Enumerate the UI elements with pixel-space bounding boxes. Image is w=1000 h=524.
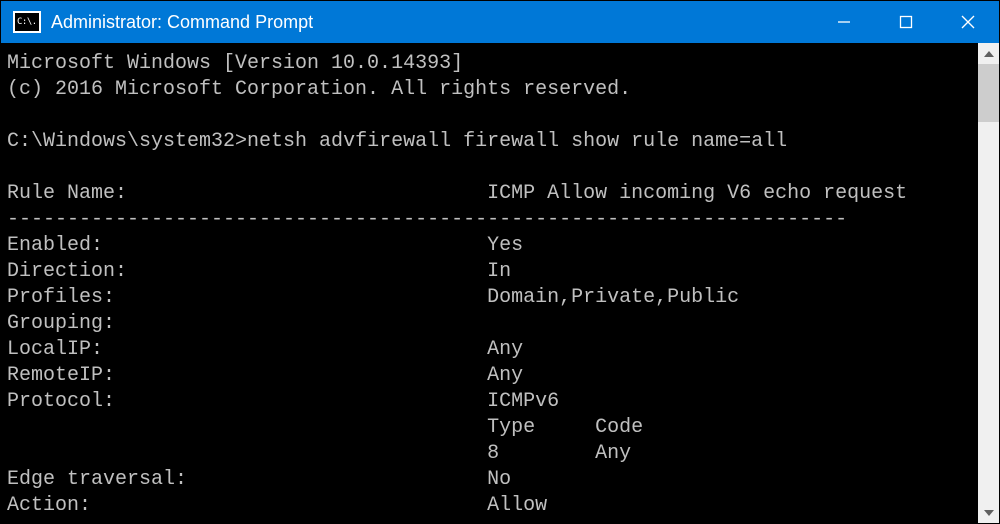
rule-value: ICMP Allow incoming V6 echo request bbox=[487, 182, 907, 205]
rule-label: Grouping: bbox=[7, 311, 487, 337]
rule-value: Any bbox=[487, 364, 523, 387]
rule-subrow: 8Any bbox=[7, 441, 974, 467]
blank-line bbox=[7, 103, 974, 129]
cmd-icon: C:\. bbox=[13, 11, 41, 33]
rule-value: Domain,Private,Public bbox=[487, 286, 739, 309]
scroll-up-button[interactable] bbox=[978, 43, 999, 64]
rule-label: Profiles: bbox=[7, 285, 487, 311]
code-value: Any bbox=[595, 442, 631, 465]
code-header: Code bbox=[595, 416, 643, 439]
scrollbar[interactable] bbox=[978, 43, 999, 523]
header-line: Microsoft Windows [Version 10.0.14393] bbox=[7, 51, 974, 77]
rule-value: Any bbox=[487, 338, 523, 361]
rule-row: Rule Name:ICMP Allow incoming V6 echo re… bbox=[7, 181, 974, 207]
maximize-button[interactable] bbox=[875, 1, 937, 43]
type-header: Type bbox=[487, 415, 595, 441]
rule-value: In bbox=[487, 260, 511, 283]
rule-value: Allow bbox=[487, 494, 547, 517]
header-line: (c) 2016 Microsoft Corporation. All righ… bbox=[7, 77, 974, 103]
rule-label: Direction: bbox=[7, 259, 487, 285]
rule-value: ICMPv6 bbox=[487, 390, 559, 413]
terminal-area: Microsoft Windows [Version 10.0.14393](c… bbox=[1, 43, 999, 523]
rule-label: LocalIP: bbox=[7, 337, 487, 363]
rule-row: Action:Allow bbox=[7, 493, 974, 519]
terminal-output[interactable]: Microsoft Windows [Version 10.0.14393](c… bbox=[1, 43, 978, 523]
rule-label: Action: bbox=[7, 493, 487, 519]
cmd-icon-label: C:\. bbox=[15, 13, 39, 31]
rule-label: Protocol: bbox=[7, 389, 487, 415]
rule-label: Edge traversal: bbox=[7, 467, 487, 493]
scroll-thumb[interactable] bbox=[978, 64, 999, 122]
type-value: 8 bbox=[487, 441, 595, 467]
rule-label: Rule Name: bbox=[7, 181, 487, 207]
rule-subrow: TypeCode bbox=[7, 415, 974, 441]
scroll-down-button[interactable] bbox=[978, 502, 999, 523]
rule-row: Enabled:Yes bbox=[7, 233, 974, 259]
titlebar: C:\. Administrator: Command Prompt bbox=[1, 1, 999, 43]
blank-line bbox=[7, 155, 974, 181]
rule-value: Yes bbox=[487, 234, 523, 257]
window-title: Administrator: Command Prompt bbox=[51, 12, 813, 33]
rule-row: Protocol:ICMPv6 bbox=[7, 389, 974, 415]
rule-row: LocalIP:Any bbox=[7, 337, 974, 363]
rule-row: Direction:In bbox=[7, 259, 974, 285]
prompt-line: C:\Windows\system32>netsh advfirewall fi… bbox=[7, 129, 974, 155]
rule-label: RemoteIP: bbox=[7, 363, 487, 389]
rule-value: No bbox=[487, 468, 511, 491]
separator-line: ----------------------------------------… bbox=[7, 207, 974, 233]
command-text: netsh advfirewall firewall show rule nam… bbox=[247, 130, 787, 153]
prompt: C:\Windows\system32> bbox=[7, 130, 247, 153]
rule-row: Grouping: bbox=[7, 311, 974, 337]
window-controls bbox=[813, 1, 999, 43]
rule-row: RemoteIP:Any bbox=[7, 363, 974, 389]
rule-label: Enabled: bbox=[7, 233, 487, 259]
rule-row: Profiles:Domain,Private,Public bbox=[7, 285, 974, 311]
minimize-button[interactable] bbox=[813, 1, 875, 43]
rule-row: Edge traversal:No bbox=[7, 467, 974, 493]
close-button[interactable] bbox=[937, 1, 999, 43]
